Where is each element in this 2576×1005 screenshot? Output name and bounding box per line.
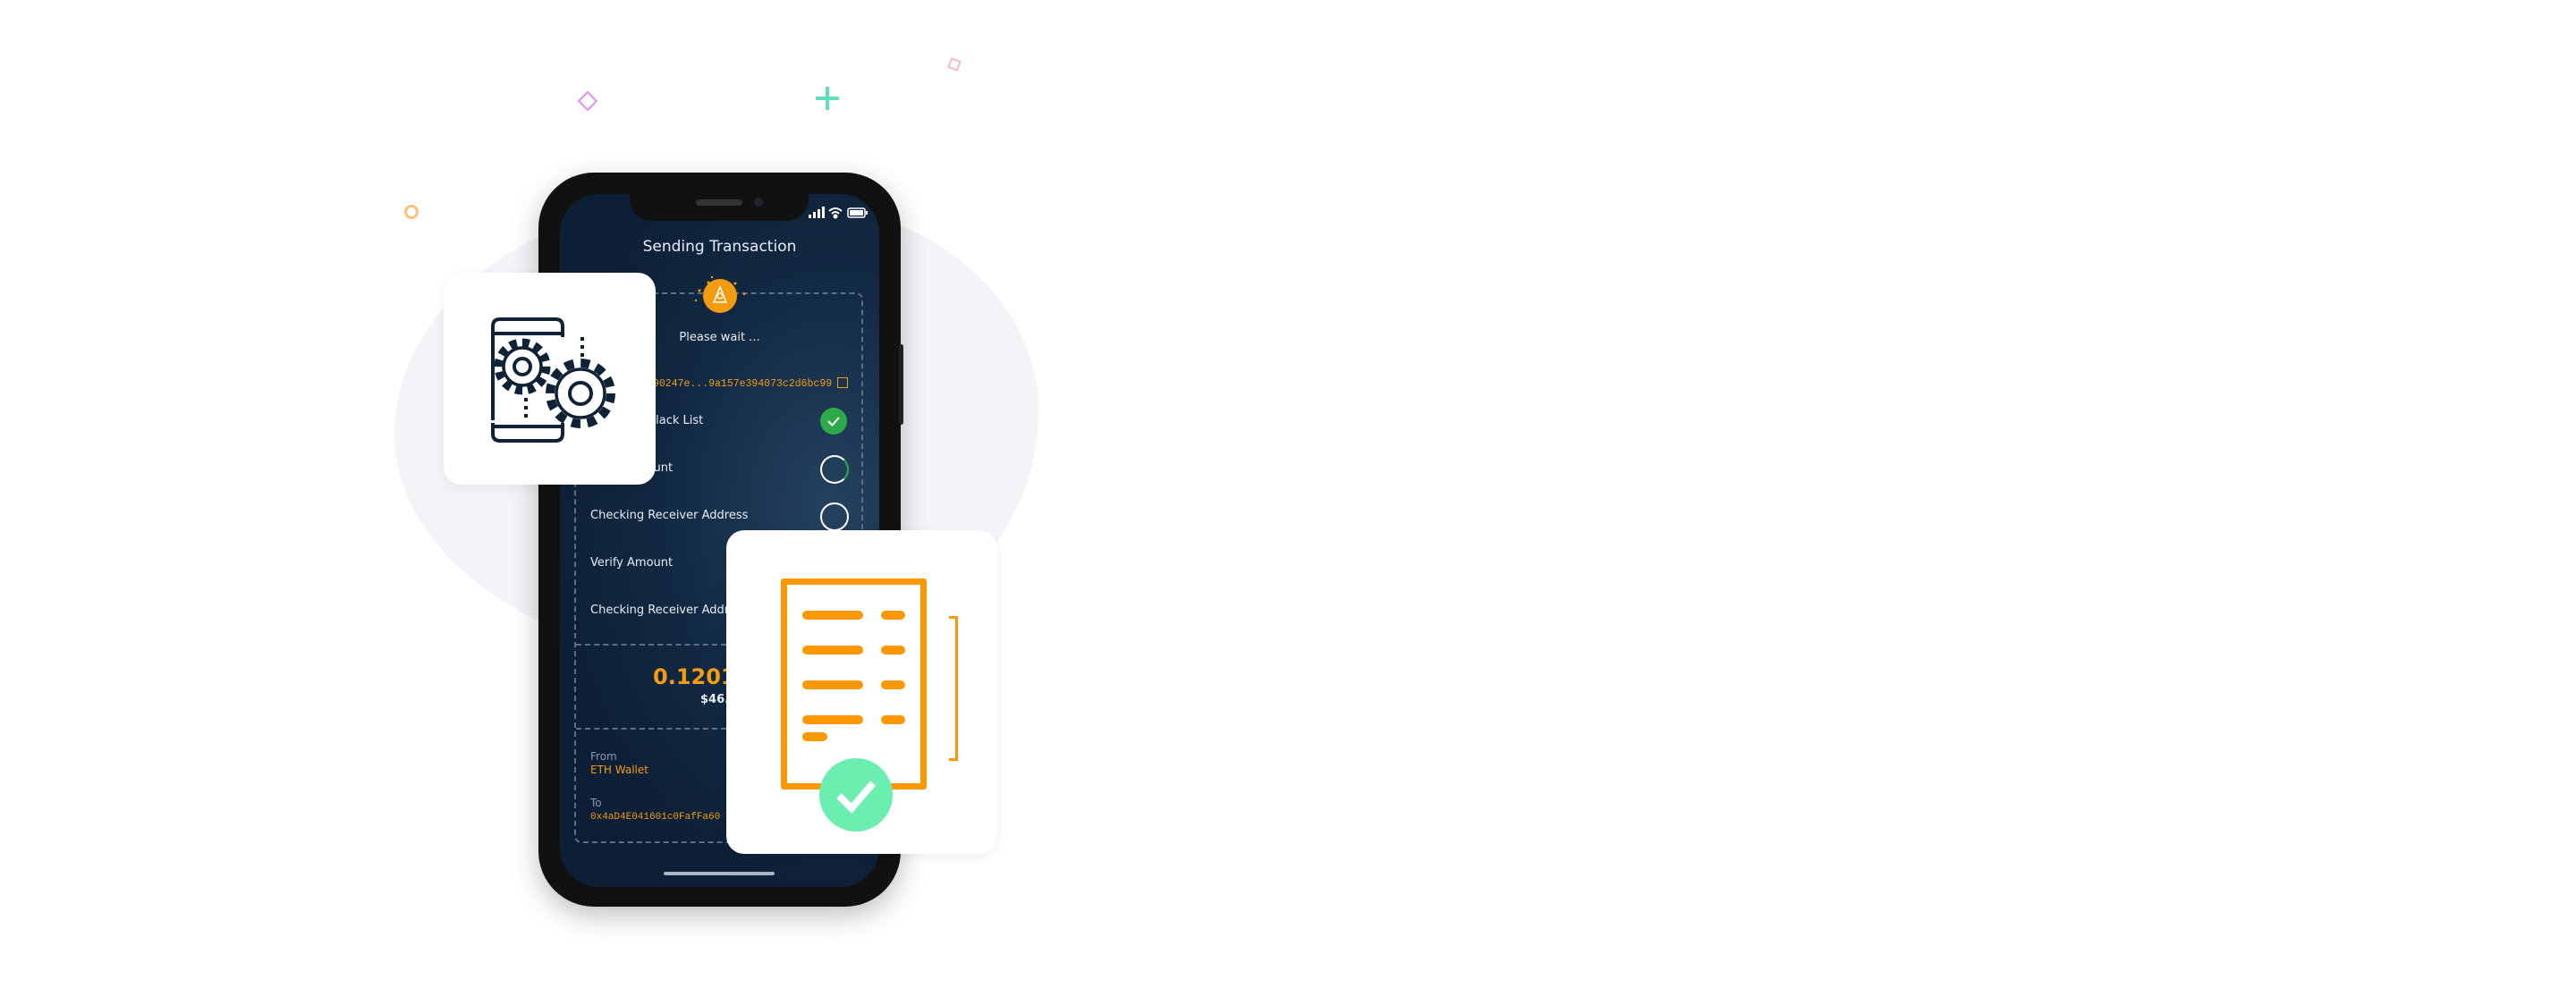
document-line	[802, 611, 863, 620]
phone-gears-icon	[491, 317, 615, 443]
signal-icon	[809, 207, 825, 218]
step-done-check-icon	[820, 408, 847, 435]
step-label: Checking Receiver Address	[590, 509, 749, 522]
plus-decoration	[826, 87, 829, 110]
camera	[754, 198, 763, 207]
square-decoration	[947, 57, 962, 72]
home-indicator[interactable]	[664, 872, 775, 875]
document-line	[881, 715, 905, 724]
document-line	[802, 646, 863, 655]
wifi-icon	[828, 207, 843, 219]
document-line	[881, 611, 905, 620]
battery-icon	[847, 207, 868, 218]
step-pending-icon	[820, 502, 849, 531]
rocket-icon	[694, 275, 746, 313]
check-badge-icon	[819, 758, 893, 832]
circle-decoration	[404, 205, 419, 219]
phone-notch	[630, 194, 809, 221]
status-bar-icons	[809, 207, 868, 219]
step-progress-icon	[820, 455, 849, 484]
document-line	[881, 646, 905, 655]
document-line	[802, 680, 863, 689]
to-address: 0x4aD4E041601c0FafFa60	[590, 812, 721, 823]
to-label: To	[590, 797, 602, 809]
step-label: Verify Amount	[590, 556, 674, 570]
document-line	[802, 715, 863, 724]
step-label: Checking Receiver Address	[590, 604, 749, 617]
diamond-decoration	[577, 90, 598, 112]
amount-fiat: $46.	[700, 693, 730, 706]
phone-side-button	[899, 344, 903, 425]
external-link-icon[interactable]	[837, 377, 848, 388]
from-label: From	[590, 750, 617, 763]
speaker	[696, 199, 742, 206]
screen-title: Sending Transaction	[642, 238, 797, 256]
transaction-hash-link[interactable]: 90247e...9a157e394073c2d6bc99	[653, 378, 832, 390]
document-line	[881, 680, 905, 689]
settings-card	[444, 273, 656, 485]
document-bracket	[949, 616, 958, 761]
document-line	[802, 732, 827, 741]
from-value: ETH Wallet	[590, 764, 648, 776]
